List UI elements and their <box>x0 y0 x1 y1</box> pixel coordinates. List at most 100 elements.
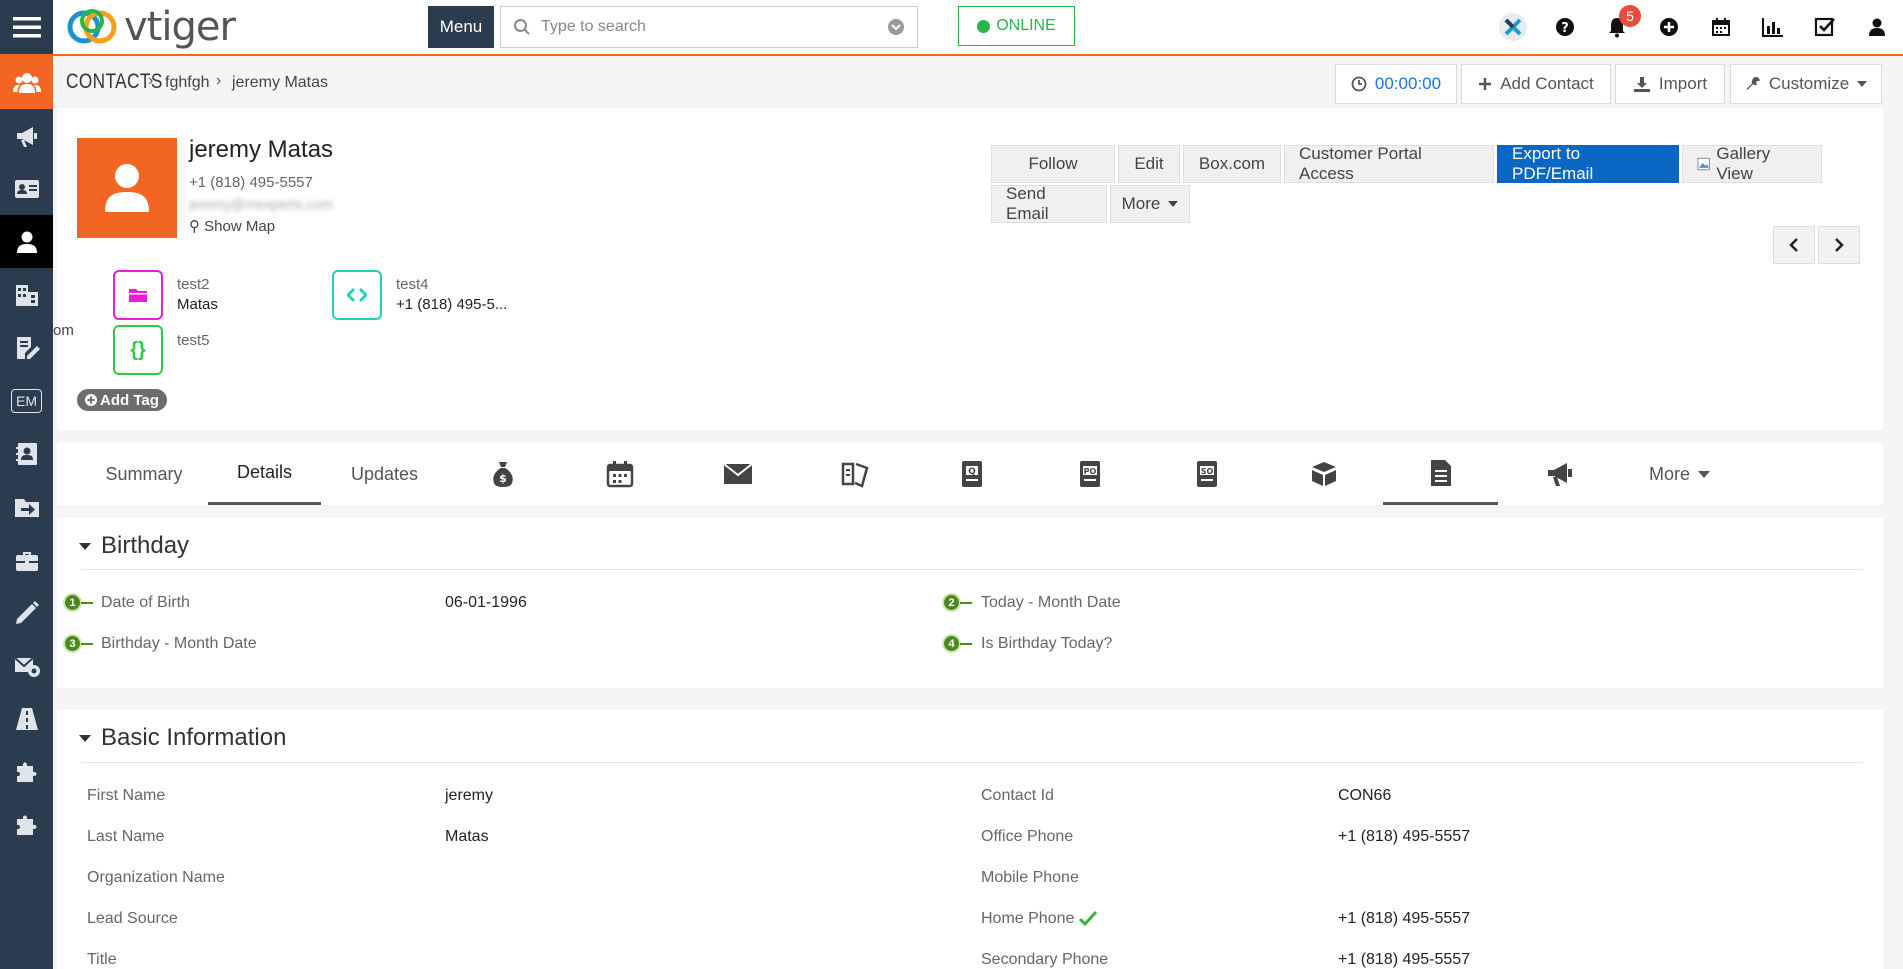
field-value-contact-id: CON66 <box>1338 787 1392 804</box>
users-group-icon <box>12 72 41 93</box>
breadcrumb-parent[interactable]: fghfgh <box>165 74 209 92</box>
chevron-down-circle-icon[interactable] <box>887 18 905 36</box>
box-com-button[interactable]: Box.com <box>1183 145 1281 183</box>
search-input[interactable] <box>541 18 887 36</box>
timer-button[interactable]: 00:00:00 <box>1335 64 1457 104</box>
svg-text:PO: PO <box>1084 467 1097 476</box>
more-actions-button[interactable]: More <box>1110 185 1190 223</box>
sidebar-item-automation[interactable] <box>0 692 53 745</box>
field-value-date-of-birth[interactable]: 06-01-1996 <box>445 594 527 612</box>
previous-record-button[interactable] <box>1773 226 1815 264</box>
tag-folder-icon[interactable] <box>113 270 163 320</box>
help-icon[interactable]: ? <box>1539 0 1591 54</box>
follow-button[interactable]: Follow <box>991 145 1115 183</box>
caret-down-icon <box>1857 81 1868 87</box>
caret-down-icon <box>79 542 91 550</box>
field-label-mobile-phone: Mobile Phone <box>981 869 1079 886</box>
tag-braces-icon[interactable]: {} <box>113 325 163 375</box>
next-record-button[interactable] <box>1818 226 1860 264</box>
user-profile-icon[interactable] <box>1851 0 1903 54</box>
sidebar-item-reports[interactable] <box>0 427 53 480</box>
extension-x-icon[interactable] <box>1487 0 1539 54</box>
sidebar-item-campaigns[interactable] <box>0 109 53 162</box>
tab-products-box-icon[interactable] <box>1269 443 1379 505</box>
gallery-view-button[interactable]: Gallery View <box>1682 144 1822 183</box>
sidebar-item-documents[interactable] <box>0 321 53 374</box>
tab-purchase-order-icon[interactable]: PO <box>1035 443 1145 505</box>
field-label-last-name: Last Name <box>87 828 165 845</box>
tab-summary[interactable]: Summary <box>87 443 201 505</box>
field-value-first-name[interactable]: jeremy <box>445 787 493 805</box>
show-map-link[interactable]: ⚲ Show Map <box>189 217 275 235</box>
import-button[interactable]: Import <box>1615 64 1725 104</box>
tab-sales-order-icon[interactable]: SO <box>1152 443 1262 505</box>
tag-code-icon[interactable] <box>332 270 382 320</box>
tab-details[interactable]: Details <box>208 443 321 505</box>
svg-text:?: ? <box>1561 21 1569 36</box>
field-value-last-name[interactable]: Matas <box>445 828 489 846</box>
top-bar: vtiger Menu ONLINE ? 5 <box>0 0 1903 56</box>
tab-quote-icon[interactable]: Q <box>917 443 1027 505</box>
tab-money-bag-icon[interactable]: $ <box>448 443 558 505</box>
more-actions-label: More <box>1121 194 1161 213</box>
add-contact-button[interactable]: Add Contact <box>1461 64 1611 104</box>
export-pdf-email-button[interactable]: Export to PDF/Email <box>1497 144 1679 183</box>
customer-portal-access-button[interactable]: Customer Portal Access <box>1284 144 1494 183</box>
sidebar-item-notes[interactable] <box>0 586 53 639</box>
record-name: jeremy Matas <box>189 136 334 163</box>
reports-chart-icon[interactable] <box>1747 0 1799 54</box>
contact-avatar[interactable] <box>77 138 177 238</box>
block-divider <box>81 762 1863 763</box>
notifications-bell-icon[interactable]: 5 <box>1591 0 1643 54</box>
quick-create-plus-icon[interactable] <box>1643 0 1695 54</box>
sidebar-item-contacts[interactable] <box>0 215 53 268</box>
sidebar-item-extensions-1[interactable] <box>0 745 53 798</box>
send-email-button[interactable]: Send Email <box>991 184 1107 223</box>
menu-button[interactable]: Menu <box>428 6 494 48</box>
tab-more[interactable]: More <box>1622 443 1737 505</box>
sidebar-item-extensions-2[interactable] <box>0 798 53 851</box>
badge-connector <box>81 643 93 645</box>
field-label-organization-name: Organization Name <box>87 869 225 886</box>
sidebar-item-projects[interactable] <box>0 533 53 586</box>
road-icon <box>15 707 38 730</box>
record-email[interactable]: jeremy@mexperts.com <box>189 196 333 212</box>
field-value-secondary-phone[interactable]: +1 (818) 495-5557 <box>1338 951 1470 969</box>
edit-button[interactable]: Edit <box>1118 145 1180 183</box>
global-search[interactable] <box>500 6 918 48</box>
birthday-title-text: Birthday <box>101 532 190 559</box>
calendar-icon[interactable] <box>1695 0 1747 54</box>
tab-tickets-icon[interactable] <box>800 443 910 505</box>
tab-updates[interactable]: Updates <box>328 443 441 505</box>
id-card-icon <box>14 179 39 198</box>
tab-documents-icon[interactable] <box>1383 443 1498 505</box>
birthday-block-title[interactable]: Birthday <box>79 532 190 560</box>
breadcrumb-current: jeremy Matas <box>232 74 329 91</box>
tab-email-icon[interactable] <box>683 443 793 505</box>
record-phone[interactable]: +1 (818) 495-5557 <box>189 174 313 191</box>
field-value-office-phone[interactable]: +1 (818) 495-5557 <box>1338 828 1470 846</box>
add-tag-button[interactable]: Add Tag <box>77 389 167 411</box>
field-number-badge: 2 <box>942 593 961 612</box>
tasks-checkbox-icon[interactable] <box>1799 0 1851 54</box>
basic-info-block-title[interactable]: Basic Information <box>79 724 286 752</box>
verified-check-icon <box>1079 910 1097 926</box>
field-value-home-phone[interactable]: +1 (818) 495-5557 <box>1338 910 1470 928</box>
sidebar-item-email-marketing[interactable]: EM <box>0 374 53 427</box>
tab-campaigns-icon[interactable] <box>1505 443 1615 505</box>
sidebar-item-import[interactable] <box>0 480 53 533</box>
sidebar-item-contacts-group[interactable] <box>0 56 53 109</box>
sidebar-item-organizations[interactable] <box>0 268 53 321</box>
record-header: jeremy Matas +1 (818) 495-5557 jeremy@me… <box>57 108 1883 430</box>
online-status-button[interactable]: ONLINE <box>958 6 1075 46</box>
field-number-badge: 1 <box>63 593 82 612</box>
sidebar-item-mail-settings[interactable] <box>0 639 53 692</box>
tag-value: +1 (818) 495-5... <box>396 296 508 313</box>
vtiger-logo[interactable]: vtiger <box>64 4 236 50</box>
puzzle-icon <box>16 814 37 835</box>
tab-calendar-icon[interactable] <box>565 443 675 505</box>
record-tabs: Summary Details Updates $ Q PO SO More <box>57 443 1883 505</box>
hamburger-menu-icon[interactable] <box>0 0 53 54</box>
customize-button[interactable]: Customize <box>1730 64 1882 104</box>
sidebar-item-leads[interactable] <box>0 162 53 215</box>
